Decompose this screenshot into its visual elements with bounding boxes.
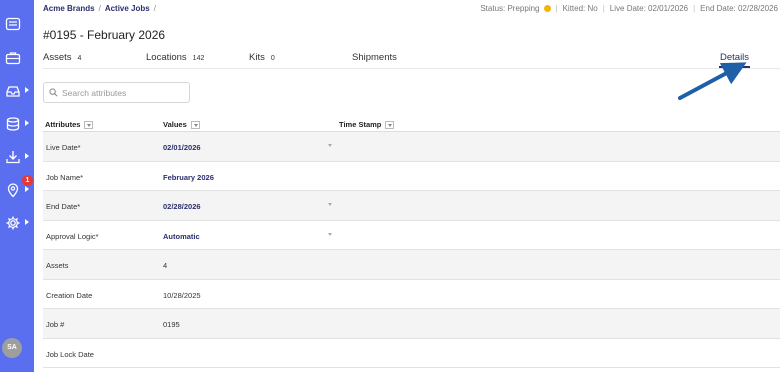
divider: | <box>602 4 605 13</box>
breadcrumb-separator: / <box>98 4 101 13</box>
column-header-attributes: Attributes <box>45 120 94 129</box>
breadcrumb-separator: / <box>153 4 156 13</box>
attribute-value[interactable]: 02/28/2026 <box>163 202 201 211</box>
header-label: Time Stamp <box>339 120 382 129</box>
tab-count: 0 <box>270 55 275 62</box>
tab-locations[interactable]: Locations 142 <box>146 52 204 63</box>
column-header-values: Values <box>163 120 200 129</box>
table-row: Job Lock Date <box>43 339 780 368</box>
attribute-value: 0195 <box>163 320 180 329</box>
tab-count: 142 <box>192 55 205 62</box>
attribute-name: Job Lock Date <box>46 349 94 359</box>
table-row[interactable]: End Date* 02/28/2026 <box>43 191 780 221</box>
breadcrumb: Acme Brands / Active Jobs / <box>43 4 160 13</box>
attribute-value: 4 <box>163 261 168 270</box>
column-header-timestamp: Time Stamp <box>339 120 395 129</box>
breadcrumb-root[interactable]: Acme Brands <box>43 4 95 13</box>
tab-label: Shipments <box>352 52 397 63</box>
avatar[interactable]: SA <box>2 338 22 358</box>
map-pin-icon <box>7 183 19 198</box>
list-card-icon <box>5 17 21 31</box>
sidebar: 1 SA <box>0 0 34 372</box>
tab-count: 4 <box>77 55 82 62</box>
database-icon <box>6 117 20 131</box>
end-date-text: End Date: 02/28/2026 <box>700 4 778 13</box>
sidebar-item-locations[interactable]: 1 <box>0 175 34 202</box>
tab-shipments[interactable]: Shipments <box>352 52 397 63</box>
divider: | <box>555 4 558 13</box>
tray-icon <box>6 86 20 97</box>
attribute-name: Job # <box>46 320 65 329</box>
gear-icon <box>6 216 20 230</box>
status-text: Status: Prepping <box>480 4 540 13</box>
attribute-name: Assets <box>46 261 69 270</box>
tab-label: Locations <box>146 52 187 63</box>
tab-assets[interactable]: Assets 4 <box>43 52 81 63</box>
chevron-down-icon[interactable] <box>328 232 332 236</box>
kitted-text: Kitted: No <box>562 4 598 13</box>
table-row: Assets 4 <box>43 250 780 280</box>
chevron-right-icon <box>25 87 29 93</box>
attribute-value[interactable]: February 2026 <box>163 173 214 182</box>
search-input[interactable] <box>62 87 182 98</box>
download-icon <box>6 151 20 164</box>
chevron-right-icon <box>25 120 29 126</box>
sidebar-item-database[interactable] <box>0 112 34 136</box>
tab-divider <box>43 68 780 69</box>
attribute-value: 10/28/2025 <box>163 290 201 300</box>
table-header: Attributes Values Time Stamp <box>43 118 780 132</box>
attribute-value[interactable]: 02/01/2026 <box>163 143 201 152</box>
filter-icon[interactable] <box>190 120 200 129</box>
table-row[interactable]: Live Date* 02/01/2026 <box>43 132 780 162</box>
main-content: Acme Brands / Active Jobs / Status: Preppin… <box>34 0 780 372</box>
chevron-down-icon[interactable] <box>328 203 332 206</box>
attribute-name: Live Date* <box>46 143 81 152</box>
sidebar-item-inventory[interactable] <box>0 79 34 103</box>
attribute-name: End Date* <box>46 202 81 211</box>
search-icon <box>49 88 58 97</box>
page-title: #0195 - February 2026 <box>43 28 166 42</box>
chevron-right-icon <box>25 153 29 159</box>
tab-label: Kits <box>249 52 265 63</box>
attribute-name: Job Name* <box>46 172 84 182</box>
tab-label: Assets <box>43 52 72 63</box>
header-label: Attributes <box>45 120 81 129</box>
table-row[interactable]: Approval Logic* Automatic <box>43 221 780 250</box>
table-row[interactable]: Job Name* February 2026 <box>43 162 780 191</box>
sidebar-item-downloads[interactable] <box>0 145 34 169</box>
chevron-right-icon <box>25 219 29 225</box>
chevron-right-icon <box>25 186 29 192</box>
sidebar-item-dashboard[interactable] <box>0 12 34 36</box>
filter-icon[interactable] <box>385 120 395 129</box>
annotation-arrow-icon <box>678 62 747 100</box>
search-attributes[interactable] <box>43 82 190 103</box>
attributes-table: Attributes Values Time Stamp Live Date* … <box>43 118 780 368</box>
attribute-name: Approval Logic* <box>46 231 99 241</box>
filter-icon[interactable] <box>84 120 94 129</box>
table-row: Job # 0195 <box>43 309 780 339</box>
tab-bar: Assets 4 Locations 142 Kits 0 Shipments Det… <box>43 52 780 70</box>
briefcase-icon <box>5 52 21 65</box>
sidebar-item-jobs[interactable] <box>0 46 34 70</box>
breadcrumb-section[interactable]: Active Jobs <box>105 4 150 13</box>
divider: | <box>693 4 696 13</box>
job-status-bar: Status: Prepping | Kitted: No | Live Dat… <box>480 4 778 13</box>
status-indicator <box>543 5 551 12</box>
notification-badge: 1 <box>22 175 33 186</box>
tab-kits[interactable]: Kits 0 <box>249 52 275 63</box>
table-row: Creation Date 10/28/2025 <box>43 280 780 309</box>
chevron-down-icon[interactable] <box>328 144 332 147</box>
live-date-text: Live Date: 02/01/2026 <box>609 4 689 13</box>
sidebar-item-settings[interactable] <box>0 211 34 235</box>
header-label: Values <box>163 120 187 129</box>
attribute-value[interactable]: Automatic <box>163 232 200 241</box>
attribute-name: Creation Date <box>46 290 93 300</box>
